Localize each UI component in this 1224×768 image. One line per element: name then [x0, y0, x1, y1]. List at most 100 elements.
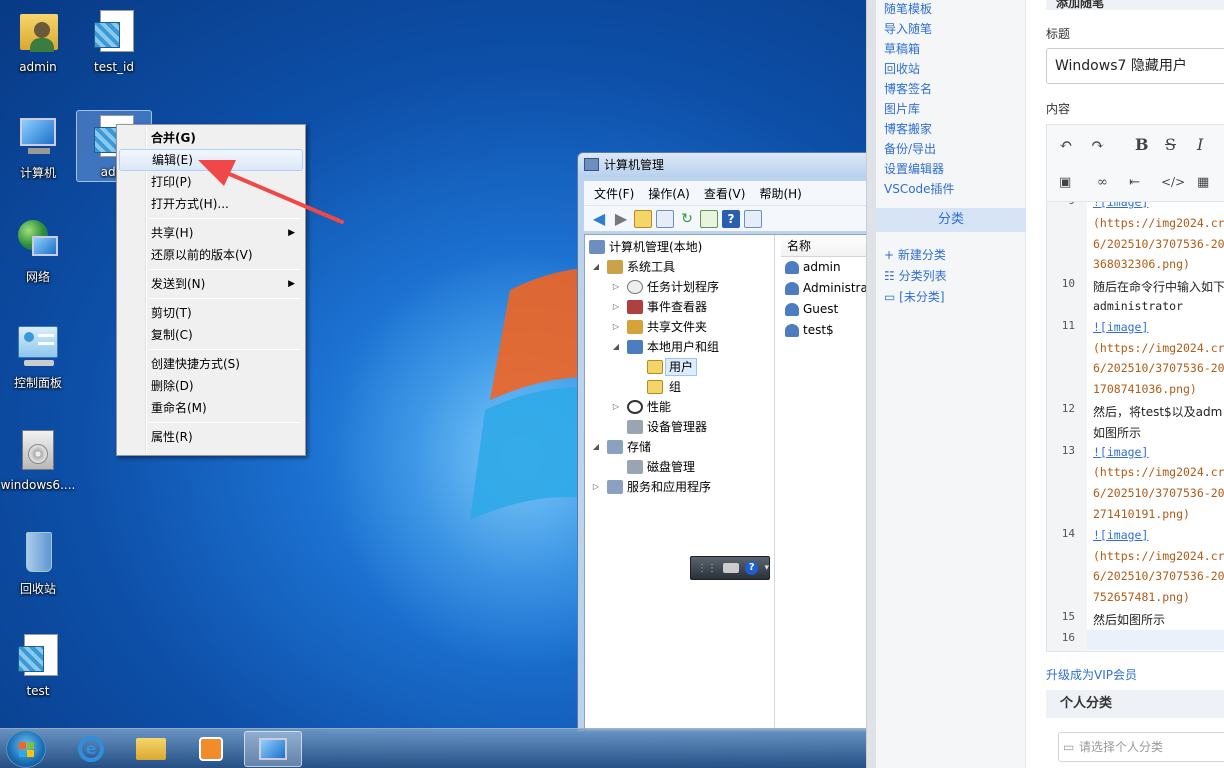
table-icon[interactable]: ▦ — [1197, 175, 1209, 190]
strikethrough-icon[interactable]: S — [1165, 135, 1176, 154]
user-row[interactable]: Guest — [781, 299, 866, 320]
export-icon[interactable] — [700, 209, 718, 228]
menu-help[interactable]: 帮助(H) — [759, 185, 801, 202]
menu-item-restore-versions[interactable]: 还原以前的版本(V) — [119, 244, 303, 266]
uncategorized-link[interactable]: ▭ [未分类] — [884, 288, 945, 305]
tree-node[interactable]: 磁盘管理 — [585, 457, 774, 477]
menu-action[interactable]: 操作(A) — [648, 185, 690, 202]
tree-node[interactable]: ◢ 系统工具 — [585, 257, 774, 277]
help-icon[interactable]: ? — [744, 561, 759, 575]
user-icon — [785, 261, 799, 274]
sidebar-link-backup[interactable]: 备份/导出 — [884, 140, 936, 157]
sidebar-link-vscode[interactable]: VSCode插件 — [884, 180, 955, 197]
language-bar[interactable]: ⋮⋮ ? ▾ — [690, 556, 770, 580]
desktop-icon-admin[interactable]: admin — [0, 6, 76, 74]
taskbar-ie[interactable]: e — [62, 731, 120, 767]
start-button[interactable] — [6, 730, 46, 768]
sidebar-link-editor-settings[interactable]: 设置编辑器 — [884, 160, 944, 177]
column-header-name[interactable]: 名称 — [781, 235, 866, 257]
redo-icon[interactable]: ↷ — [1091, 135, 1104, 154]
collapsed-arrow-icon[interactable]: ▷ — [591, 477, 601, 497]
menu-item-send-to[interactable]: 发送到(N) ▶ — [119, 273, 303, 295]
window-title: 计算机管理 — [604, 158, 665, 172]
tree-node[interactable]: ◢ 存储 — [585, 437, 774, 457]
link-icon[interactable]: ∞ — [1097, 175, 1108, 190]
indent-icon[interactable]: ⇤ — [1129, 175, 1140, 190]
options-icon[interactable]: ▾ — [764, 563, 769, 573]
collapsed-arrow-icon[interactable]: ▷ — [611, 277, 621, 297]
desktop-icon-test[interactable]: test — [0, 630, 76, 698]
code-icon[interactable]: </> — [1161, 175, 1185, 189]
image-icon[interactable]: ▣ — [1059, 175, 1071, 190]
sidebar-link-templates[interactable]: 随笔模板 — [884, 0, 932, 17]
desktop-icon-computer[interactable]: 计算机 — [0, 110, 76, 181]
keyboard-icon[interactable] — [723, 563, 739, 573]
menu-item-properties[interactable]: 属性(R) — [119, 426, 303, 448]
collapsed-arrow-icon[interactable]: ▷ — [611, 297, 621, 317]
window-titlebar[interactable]: 计算机管理 — [578, 153, 866, 177]
tree-node[interactable]: 设备管理器 — [585, 417, 774, 437]
bold-icon[interactable]: B — [1135, 135, 1149, 154]
desktop-icon-windows6[interactable]: windows6.... — [0, 424, 76, 492]
menu-file[interactable]: 文件(F) — [594, 185, 634, 202]
new-category-link[interactable]: + 新建分类 — [884, 246, 946, 263]
user-row[interactable]: admin — [781, 257, 866, 278]
menu-item-cut[interactable]: 剪切(T) — [119, 302, 303, 324]
sidebar-link-drafts[interactable]: 草稿箱 — [884, 40, 920, 57]
menu-view[interactable]: 查看(V) — [704, 185, 746, 202]
taskbar-media-player[interactable] — [182, 731, 240, 767]
up-folder-icon[interactable] — [634, 209, 652, 228]
tree-node[interactable]: ▷ 任务计划程序 — [585, 277, 774, 297]
sidebar-link-import[interactable]: 导入随笔 — [884, 20, 932, 37]
expanded-arrow-icon[interactable]: ◢ — [591, 437, 601, 457]
tree-node[interactable]: ▷ 共享文件夹 — [585, 317, 774, 337]
menu-item-rename[interactable]: 重命名(M) — [119, 397, 303, 419]
sidebar-link-trash[interactable]: 回收站 — [884, 60, 920, 77]
tree-node[interactable]: 计算机管理(本地) — [585, 237, 774, 257]
expanded-arrow-icon[interactable]: ◢ — [591, 257, 601, 277]
tree-node-groups[interactable]: 组 — [585, 377, 774, 397]
expanded-arrow-icon[interactable]: ◢ — [611, 337, 621, 357]
tree-node-users[interactable]: 用户 — [585, 357, 774, 377]
annotation-arrow — [198, 160, 344, 224]
sidebar-link-migrate[interactable]: 博客搬家 — [884, 120, 932, 137]
tree-node[interactable]: ▷ 事件查看器 — [585, 297, 774, 317]
markdown-editor[interactable]: 9 10 11 12 13 14 15 16 ![image] (https://img2024… — [1046, 202, 1224, 652]
category-list-link[interactable]: ☷ 分类列表 — [884, 267, 947, 284]
desktop-icon-recycle-bin[interactable]: 回收站 — [0, 526, 76, 597]
personal-category-select[interactable]: ▭ 请选择个人分类 — [1058, 732, 1224, 762]
forward-icon[interactable]: ▶ — [612, 209, 630, 228]
back-icon[interactable]: ◀ — [590, 209, 608, 228]
action-pane-icon[interactable] — [744, 209, 762, 228]
code-line: 然后如图所示 — [1093, 613, 1166, 627]
user-row[interactable]: Administrat — [781, 278, 866, 299]
tree-node[interactable]: ▷ 性能 — [585, 397, 774, 417]
help-icon[interactable]: ? — [722, 209, 740, 228]
italic-icon[interactable]: I — [1197, 135, 1203, 154]
taskbar-computer-management[interactable] — [244, 731, 302, 767]
title-input[interactable]: Windows7 隐藏用户 — [1046, 48, 1224, 84]
desktop-icon-test-id[interactable]: test_id — [76, 6, 152, 74]
tree-node[interactable]: ◢ 本地用户和组 — [585, 337, 774, 357]
window-splitter[interactable] — [866, 0, 876, 768]
blog-admin-panel: 随笔模板 导入随笔 草稿箱 回收站 博客签名 图片库 博客搬家 备份/导出 设置… — [876, 0, 1224, 768]
refresh-icon[interactable]: ↻ — [678, 210, 696, 228]
user-row[interactable]: test$ — [781, 320, 866, 341]
desktop-icon-network[interactable]: 网络 — [0, 214, 76, 285]
menu-item-delete[interactable]: 删除(D) — [119, 375, 303, 397]
tree-node[interactable]: ▷ 服务和应用程序 — [585, 477, 774, 497]
computer-management-window[interactable]: 计算机管理 文件(F) 操作(A) 查看(V) 帮助(H) ◀ ▶ ↻ ? 计算… — [577, 152, 866, 732]
vip-upgrade-link[interactable]: 升级成为VIP会员 — [1046, 666, 1137, 683]
sidebar-link-signature[interactable]: 博客签名 — [884, 80, 932, 97]
grip-icon[interactable]: ⋮⋮ — [697, 563, 717, 574]
collapsed-arrow-icon[interactable]: ▷ — [611, 317, 621, 337]
show-tree-icon[interactable] — [656, 209, 674, 228]
menu-item-create-shortcut[interactable]: 创建快捷方式(S) — [119, 353, 303, 375]
undo-icon[interactable]: ↶ — [1059, 135, 1072, 154]
menu-item-merge[interactable]: 合并(G) — [119, 127, 303, 149]
menu-item-copy[interactable]: 复制(C) — [119, 324, 303, 346]
taskbar-explorer[interactable] — [122, 731, 180, 767]
collapsed-arrow-icon[interactable]: ▷ — [611, 397, 621, 417]
desktop-icon-control-panel[interactable]: 控制面板 — [0, 320, 76, 391]
sidebar-link-images[interactable]: 图片库 — [884, 100, 920, 117]
